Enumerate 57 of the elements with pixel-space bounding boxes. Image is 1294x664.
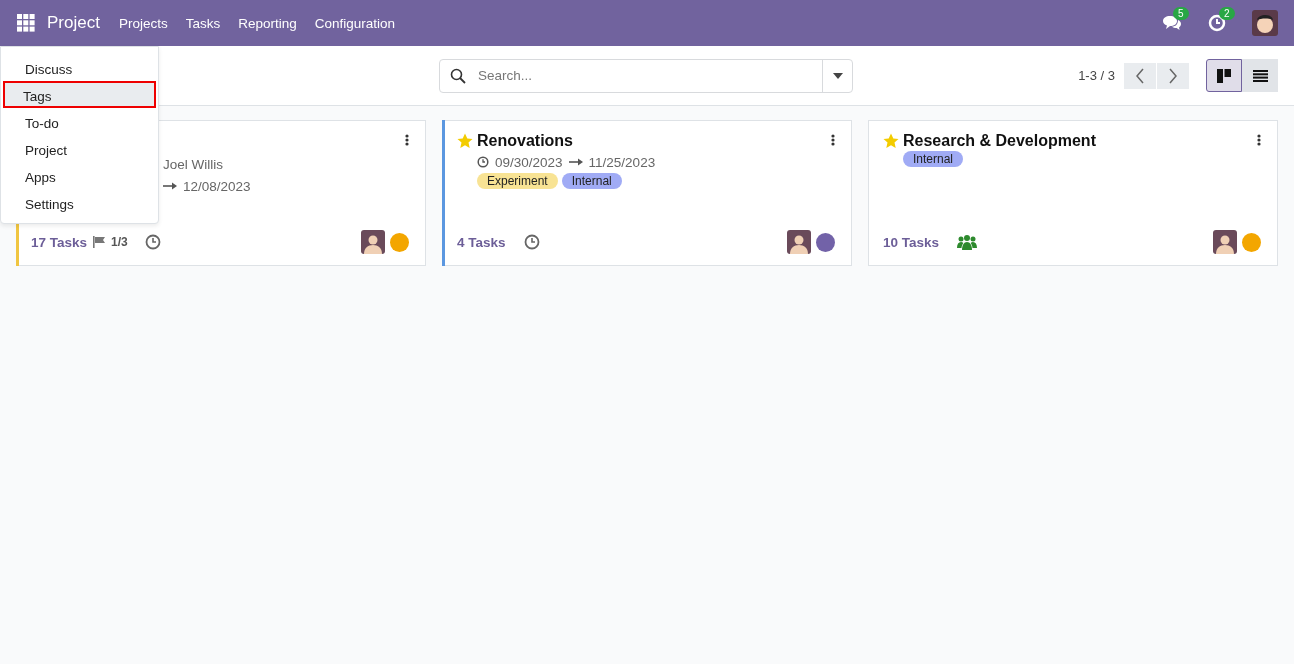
next-button[interactable]	[1157, 62, 1189, 89]
chevron-right-icon	[1168, 67, 1178, 84]
tag: Experiment	[477, 173, 558, 189]
project-card[interactable]: Research & Development Internal 10 Tasks	[868, 120, 1278, 266]
user-avatar	[1213, 230, 1237, 254]
previous-button[interactable]	[1124, 62, 1156, 89]
menu-item[interactable]: Configuration	[305, 15, 405, 31]
status-dot[interactable]	[390, 232, 409, 252]
kanban-view-button[interactable]	[1206, 59, 1242, 92]
apps-grid-icon[interactable]	[17, 14, 35, 32]
project-card[interactable]: Renovations 09/30/2023 11/25/2023 Experiment Internal 4 Tasks	[442, 120, 852, 266]
caret-icon[interactable]	[832, 72, 843, 79]
customer-name: Joel Willis	[163, 155, 224, 174]
star-icon[interactable]	[457, 133, 473, 149]
task-count-link[interactable]: 10 Tasks	[883, 234, 940, 250]
end-date: 12/08/2023	[183, 178, 251, 194]
list-view-button[interactable]	[1242, 59, 1278, 92]
chevron-left-icon	[1135, 67, 1145, 84]
search-field[interactable]: Search...	[439, 58, 853, 93]
search-icon	[450, 67, 466, 84]
arrow-icon	[568, 158, 583, 166]
dropdown-item[interactable]: Tags	[3, 81, 156, 108]
message-count-badge: 5	[1173, 7, 1189, 20]
milestone-count: 1/3	[111, 235, 128, 249]
group-icon[interactable]	[957, 233, 978, 251]
more-options-icon[interactable]	[405, 134, 409, 146]
project-title: Renovations	[477, 132, 573, 150]
user-avatar[interactable]	[1252, 10, 1278, 36]
menu-item[interactable]: Projects	[109, 15, 177, 31]
end-date: 11/25/2023	[588, 154, 656, 170]
pager-value: 1-3 / 3	[1078, 68, 1115, 83]
more-options-icon[interactable]	[1257, 134, 1261, 146]
tag: Internal	[561, 173, 622, 189]
status-dot[interactable]	[1242, 232, 1261, 252]
more-options-icon[interactable]	[831, 134, 835, 146]
project-title: Research & Development	[903, 132, 1096, 150]
search-input[interactable]: Search...	[476, 67, 822, 84]
star-icon[interactable]	[883, 133, 899, 149]
menu-item[interactable]: Reporting	[229, 15, 306, 31]
arrow-icon	[163, 182, 177, 190]
clock-icon[interactable]	[523, 234, 540, 250]
task-count-link[interactable]: 4 Tasks	[457, 234, 506, 250]
menu-item[interactable]: Tasks	[176, 15, 230, 31]
status-dot[interactable]	[816, 232, 835, 252]
kanban-icon	[1217, 68, 1231, 83]
flag-icon	[93, 236, 107, 248]
tag: Internal	[903, 151, 964, 167]
clock-icon[interactable]	[144, 234, 161, 250]
activity-count-badge: 2	[1219, 7, 1235, 20]
task-count-link[interactable]: 17 Tasks	[31, 234, 88, 250]
app-title[interactable]: Project	[47, 13, 100, 33]
start-date: 09/30/2023	[495, 154, 563, 170]
user-avatar	[787, 230, 811, 254]
user-avatar	[361, 230, 385, 254]
list-icon	[1252, 69, 1268, 82]
dropdown-item[interactable]: Discuss	[3, 54, 156, 81]
clock-icon	[477, 156, 489, 168]
